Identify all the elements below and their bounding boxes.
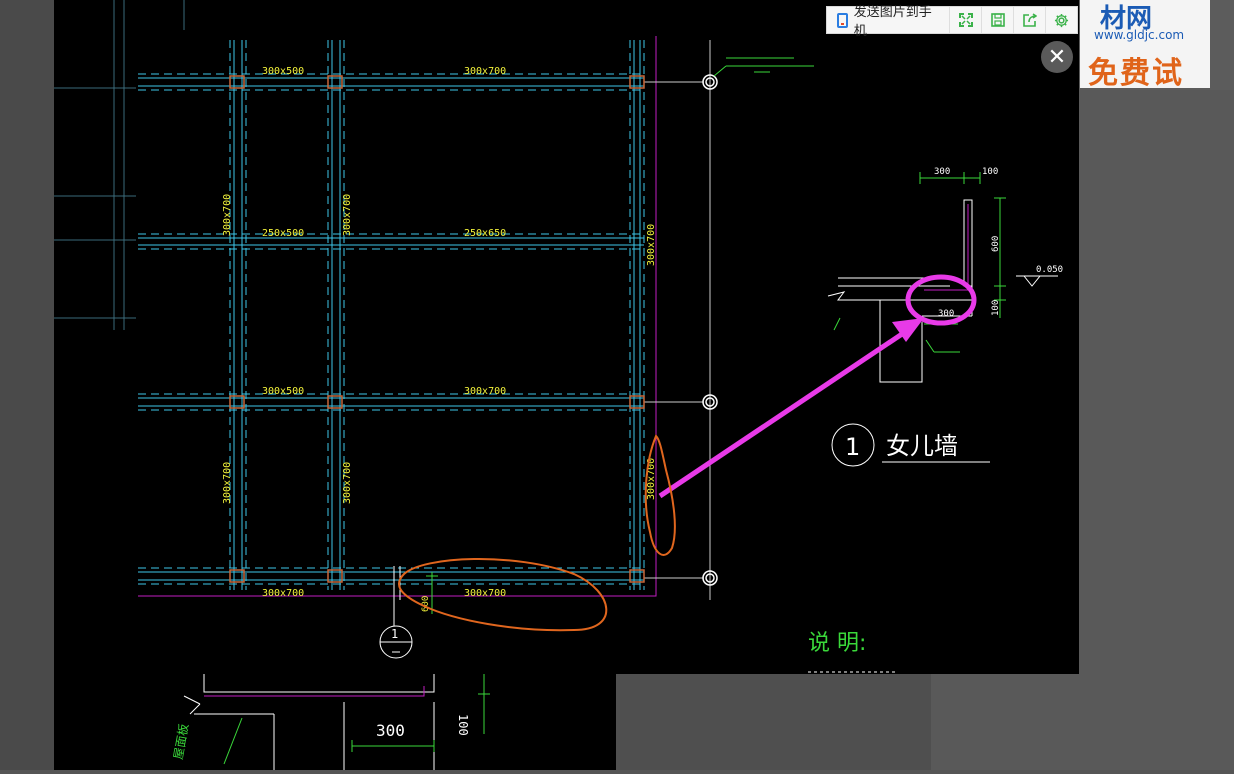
detail-dim: 100 xyxy=(991,300,1001,316)
dimension-600-text: 600 xyxy=(421,596,431,612)
lower-label: 屋面板 xyxy=(171,723,191,761)
ad-url: www.gldjc.com xyxy=(1094,28,1185,42)
phone-icon xyxy=(837,12,848,28)
detail-title: 女儿墙 xyxy=(886,432,958,460)
annotation-arrow-shaft xyxy=(658,327,910,499)
vertical-beam-label: 300x700 xyxy=(222,194,233,236)
close-icon: ✕ xyxy=(1047,44,1067,70)
vertical-beam-label: 300x700 xyxy=(646,224,657,266)
share-icon xyxy=(1022,13,1037,27)
lower-dim-text: 300 xyxy=(376,721,405,740)
beam-hidden-lines xyxy=(138,40,645,590)
cad-drawing: 300x500 300x700 250x500 250x650 300x500 … xyxy=(54,0,1063,673)
beam-label: 300x500 xyxy=(262,66,304,77)
vertical-beam-label: 300x700 xyxy=(342,462,353,504)
save-button[interactable] xyxy=(981,7,1013,33)
lower-cad-drawing: 300 100 屋面板 xyxy=(171,674,490,770)
beam-lines xyxy=(138,77,644,581)
beam-labels: 300x500 300x700 250x500 250x650 300x500 … xyxy=(222,66,657,599)
detail-dim: 600 xyxy=(991,236,1001,252)
detail-dim-text: 300 100 600 100 300 0.050 xyxy=(934,167,1063,319)
viewer-toolbar: 发送图片到手机 xyxy=(826,5,1078,39)
send-to-phone-label: 发送图片到手机 xyxy=(853,5,932,39)
detail-dim: 100 xyxy=(982,167,998,177)
elevation-text: 0.050 xyxy=(1036,265,1063,275)
left-background-strip xyxy=(0,0,54,770)
beam-label: 300x700 xyxy=(262,588,304,599)
detail-callout-number: 1 xyxy=(845,433,860,461)
detail-dimensions xyxy=(833,172,1006,353)
beam-label: 300x700 xyxy=(464,66,506,77)
lower-gray-area xyxy=(616,674,931,770)
lower-drawing-area: 300 100 屋面板 xyxy=(54,674,616,770)
notes-title: 说 明: xyxy=(808,631,866,656)
fullscreen-icon xyxy=(958,13,973,27)
beam-label: 300x500 xyxy=(262,386,304,397)
left-edge-fragment xyxy=(54,0,185,330)
beam-label: 250x500 xyxy=(262,228,304,239)
share-button[interactable] xyxy=(1013,7,1045,33)
settings-button[interactable] xyxy=(1045,7,1077,33)
fullscreen-button[interactable] xyxy=(949,7,981,33)
columns xyxy=(229,75,645,583)
beam-label: 250x650 xyxy=(464,228,506,239)
settings-icon xyxy=(1054,13,1069,27)
beam-label: 300x700 xyxy=(464,386,506,397)
section-marker-number: 1 xyxy=(391,627,398,641)
lower-side-dim-text: 100 xyxy=(456,714,470,736)
beam-label: 300x700 xyxy=(464,588,506,599)
save-icon xyxy=(990,13,1005,27)
close-viewer-button[interactable]: ✕ xyxy=(1041,41,1073,73)
column-lines xyxy=(233,40,641,590)
detail-dim: 300 xyxy=(938,309,954,319)
vertical-beam-label: 300x700 xyxy=(342,194,353,236)
detail-dim: 300 xyxy=(934,167,950,177)
ad-slogan: 免费试用 xyxy=(1088,56,1184,88)
image-viewer[interactable]: 300x500 300x700 250x500 250x650 300x500 … xyxy=(54,0,1079,674)
vertical-beam-label: 300x700 xyxy=(222,462,233,504)
ad-banner[interactable]: 材网 www.gldjc.com 免费试用 xyxy=(1080,0,1210,88)
parapet-detail xyxy=(827,199,1058,383)
boundary-line xyxy=(138,36,657,597)
send-to-phone-button[interactable]: 发送图片到手机 xyxy=(827,5,949,39)
axis-lines xyxy=(644,40,711,600)
leader-note xyxy=(713,57,814,77)
